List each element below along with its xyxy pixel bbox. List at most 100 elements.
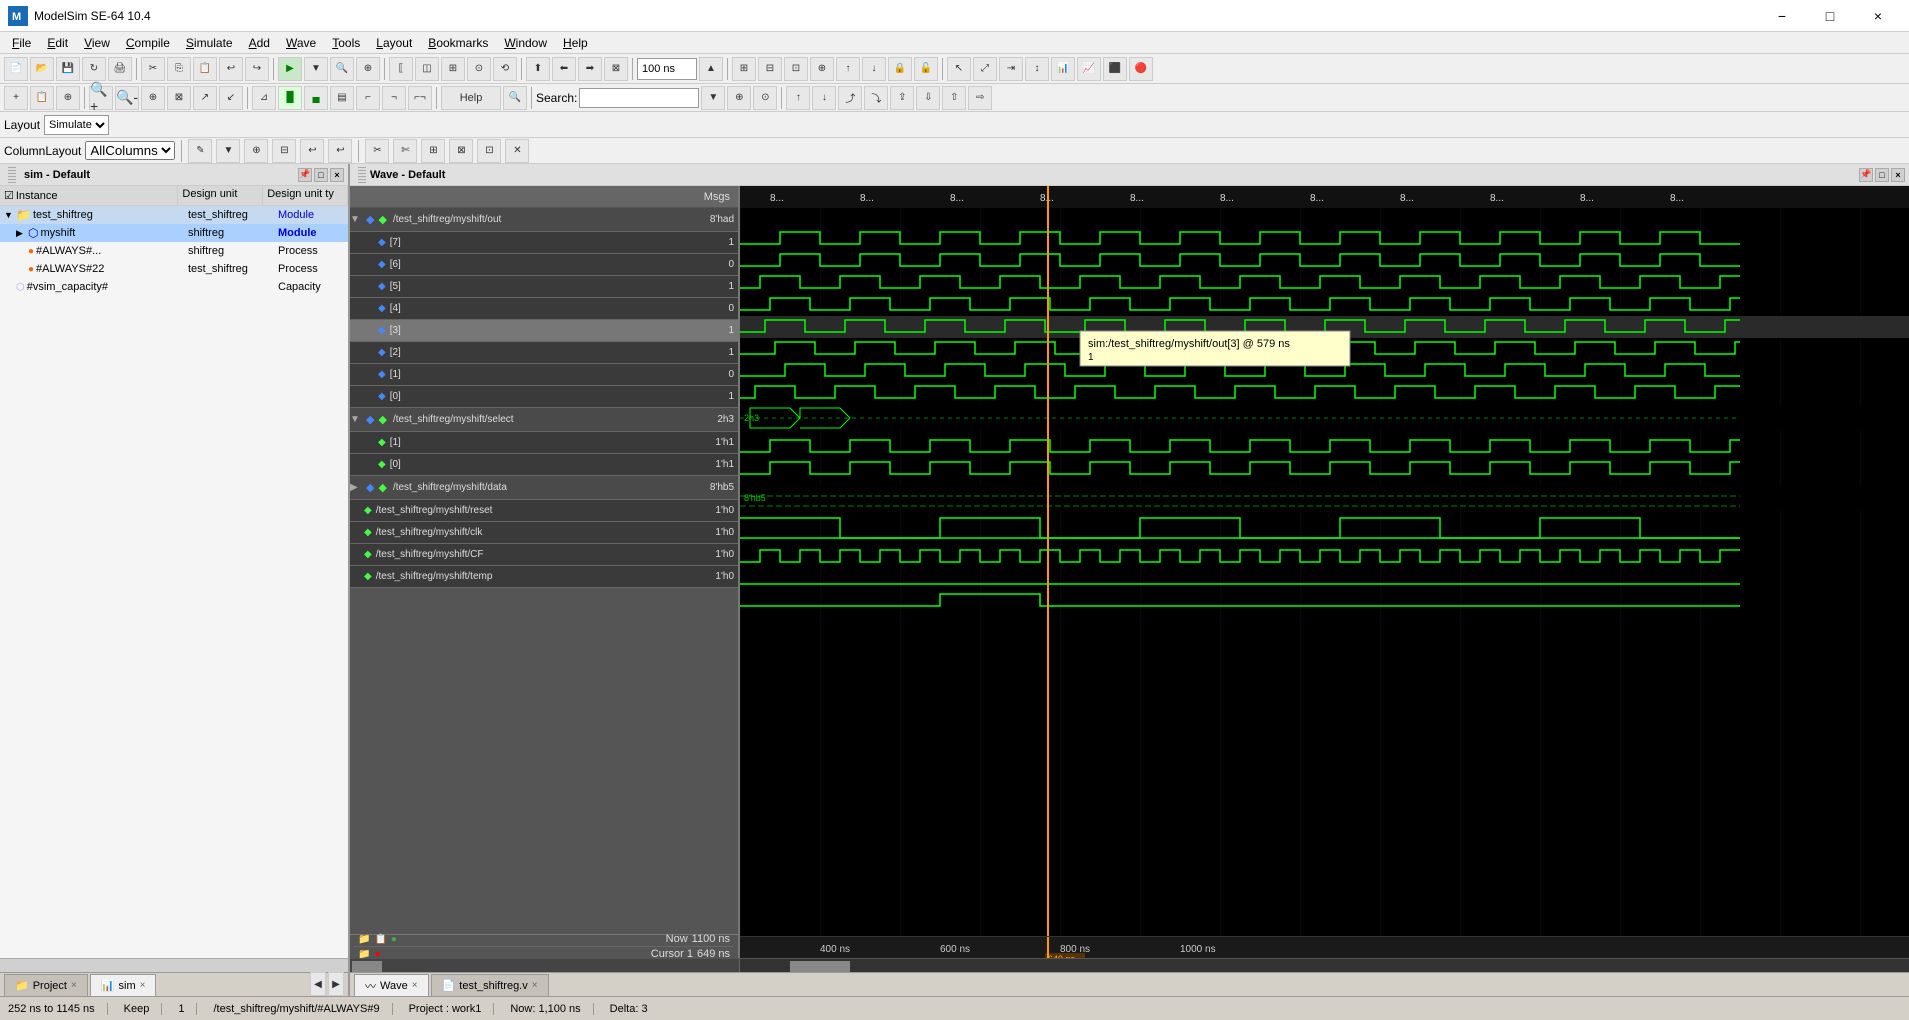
wave-restart[interactable]: ⟲ <box>493 57 517 81</box>
wave-zoom-in[interactable]: ◫ <box>415 57 439 81</box>
col-tool3[interactable]: ⊡ <box>477 139 501 163</box>
wave-mode6[interactable]: 📈 <box>1077 57 1101 81</box>
sig-row-5[interactable]: ◆ [5] 1 <box>350 276 738 298</box>
wshape1[interactable]: ⊿ <box>252 86 276 110</box>
edit1[interactable]: ✎ <box>188 139 212 163</box>
wave-unlock[interactable]: 🔓 <box>914 57 938 81</box>
time-up[interactable]: ▲ <box>699 57 723 81</box>
edit3[interactable]: ⊕ <box>244 139 268 163</box>
zoom-next[interactable]: ⬅ <box>552 57 576 81</box>
sig-row-sel1[interactable]: ◆ [1] 1'h1 <box>350 432 738 454</box>
refresh-btn[interactable]: ↻ <box>82 57 106 81</box>
wave-mode2[interactable]: ⤢ <box>973 57 997 81</box>
undo-btn[interactable]: ↩ <box>219 57 243 81</box>
wave-mode1[interactable]: ↖ <box>947 57 971 81</box>
wave-pin-btn[interactable]: 📌 <box>1859 168 1873 182</box>
sig-row-data[interactable]: ▶ ◆ ◆ /test_shiftreg/myshift/data 8'hb5 <box>350 476 738 500</box>
wave-tool5[interactable]: ↑ <box>836 57 860 81</box>
sim-row-capacity[interactable]: ⬡ #vsim_capacity# Capacity <box>0 278 348 296</box>
hier4[interactable]: ⤵ <box>864 86 888 110</box>
zoom-sel-btn[interactable]: ⊠ <box>167 86 191 110</box>
wave-mode7[interactable]: ⬛ <box>1103 57 1127 81</box>
wave-close-btn[interactable]: × <box>1891 168 1905 182</box>
zoom-prev[interactable]: ⬆ <box>526 57 550 81</box>
copy-btn[interactable]: ⎘ <box>167 57 191 81</box>
zoom-fwd[interactable]: ➡ <box>578 57 602 81</box>
cut2[interactable]: ✂ <box>365 139 389 163</box>
menu-add[interactable]: Add <box>241 34 278 52</box>
help-btn[interactable]: Help <box>441 86 501 110</box>
sig-row-sel0[interactable]: ◆ [0] 1'h1 <box>350 454 738 476</box>
menu-wave[interactable]: Wave <box>278 34 324 52</box>
sim-row-myshift[interactable]: ▶ ⬡ myshift shiftreg Module <box>0 224 348 242</box>
sim-hscroll[interactable] <box>0 958 348 972</box>
edit5[interactable]: ↩ <box>300 139 324 163</box>
sim-row-always1[interactable]: ● #ALWAYS#... shiftreg Process <box>0 242 348 260</box>
zoom-out-btn[interactable]: 🔍- <box>115 86 139 110</box>
tab-right-btn[interactable]: ▶ <box>328 972 344 996</box>
sig-row-clk[interactable]: ◆ /test_shiftreg/myshift/clk 1'h0 <box>350 522 738 544</box>
edit6[interactable]: ↩ <box>328 139 352 163</box>
hier5[interactable]: ⇪ <box>890 86 914 110</box>
tab-wave-close[interactable]: × <box>412 980 418 991</box>
search-next[interactable]: ⊙ <box>753 86 777 110</box>
wave-cursor-btn[interactable]: ⟦ <box>389 57 413 81</box>
search-btn[interactable]: 🔍 <box>330 57 354 81</box>
run-config-btn[interactable]: ▼ <box>304 57 328 81</box>
find-btn[interactable]: ⊕ <box>356 57 380 81</box>
search-go[interactable]: ▼ <box>701 86 725 110</box>
col-tool2[interactable]: ⊠ <box>449 139 473 163</box>
col-tool1[interactable]: ⊞ <box>421 139 445 163</box>
sig-row-4[interactable]: ◆ [4] 0 <box>350 298 738 320</box>
close-button[interactable]: × <box>1855 0 1901 32</box>
tab-left-btn[interactable]: ◀ <box>310 972 326 996</box>
time-input[interactable] <box>637 58 697 80</box>
menu-help[interactable]: Help <box>555 34 596 52</box>
wave-mode3[interactable]: ⇥ <box>999 57 1023 81</box>
menu-file[interactable]: File <box>4 34 39 52</box>
tab-file-close[interactable]: × <box>532 980 538 991</box>
tab-sim-close[interactable]: × <box>140 980 146 991</box>
add-wave-btn[interactable]: + <box>4 86 28 110</box>
run-btn[interactable]: ▶ <box>278 57 302 81</box>
zoom-out2-btn[interactable]: ↙ <box>219 86 243 110</box>
hier8[interactable]: ⇨ <box>968 86 992 110</box>
menu-edit[interactable]: Edit <box>39 34 76 52</box>
sim-close-btn[interactable]: × <box>330 168 344 182</box>
edit2[interactable]: ▼ <box>216 139 240 163</box>
edit4[interactable]: ⊟ <box>272 139 296 163</box>
wave-zoom-out[interactable]: ⊞ <box>441 57 465 81</box>
hier2[interactable]: ↓ <box>812 86 836 110</box>
wshape7[interactable]: ⌐¬ <box>408 86 432 110</box>
add-3[interactable]: ⊕ <box>56 86 80 110</box>
scissors[interactable]: ✄ <box>393 139 417 163</box>
signal-hscroll[interactable] <box>350 959 740 972</box>
menu-compile[interactable]: Compile <box>118 34 178 52</box>
search-prev[interactable]: ⊕ <box>727 86 751 110</box>
tab-test-file[interactable]: 📄 test_shiftreg.v × <box>431 974 549 996</box>
sig-row-0[interactable]: ◆ [0] 1 <box>350 386 738 408</box>
wshape2[interactable]: █ <box>278 86 302 110</box>
zoom-in2-btn[interactable]: ↗ <box>193 86 217 110</box>
sig-expand-data[interactable]: ▶ <box>350 482 364 493</box>
sig-row-select[interactable]: ▼ ◆ ◆ /test_shiftreg/myshift/select 2h3 <box>350 408 738 432</box>
wave-mode5[interactable]: 📊 <box>1051 57 1075 81</box>
wshape4[interactable]: ▤ <box>330 86 354 110</box>
sim-panel-grip[interactable] <box>8 167 16 183</box>
zoom-fit[interactable]: ⊠ <box>604 57 628 81</box>
wave-bottom-scrollbar[interactable] <box>350 958 1909 972</box>
hier7[interactable]: ⇧ <box>942 86 966 110</box>
tab-project-close[interactable]: × <box>71 980 77 991</box>
open-btn[interactable]: 📂 <box>30 57 54 81</box>
sig-expand-sel[interactable]: ▼ <box>350 414 364 425</box>
redo-btn[interactable]: ↪ <box>245 57 269 81</box>
sig-row-6[interactable]: ◆ [6] 0 <box>350 254 738 276</box>
save-btn[interactable]: 💾 <box>56 57 80 81</box>
hier3[interactable]: ⤴ <box>838 86 862 110</box>
expand-icon[interactable]: ▼ <box>4 210 16 220</box>
cut-btn[interactable]: ✂ <box>141 57 165 81</box>
sim-row-always22[interactable]: ● #ALWAYS#22 test_shiftreg Process <box>0 260 348 278</box>
wave-mode4[interactable]: ↕ <box>1025 57 1049 81</box>
sim-pin-btn[interactable]: 📌 <box>298 168 312 182</box>
tab-wave[interactable]: 〰 Wave × <box>354 974 429 996</box>
